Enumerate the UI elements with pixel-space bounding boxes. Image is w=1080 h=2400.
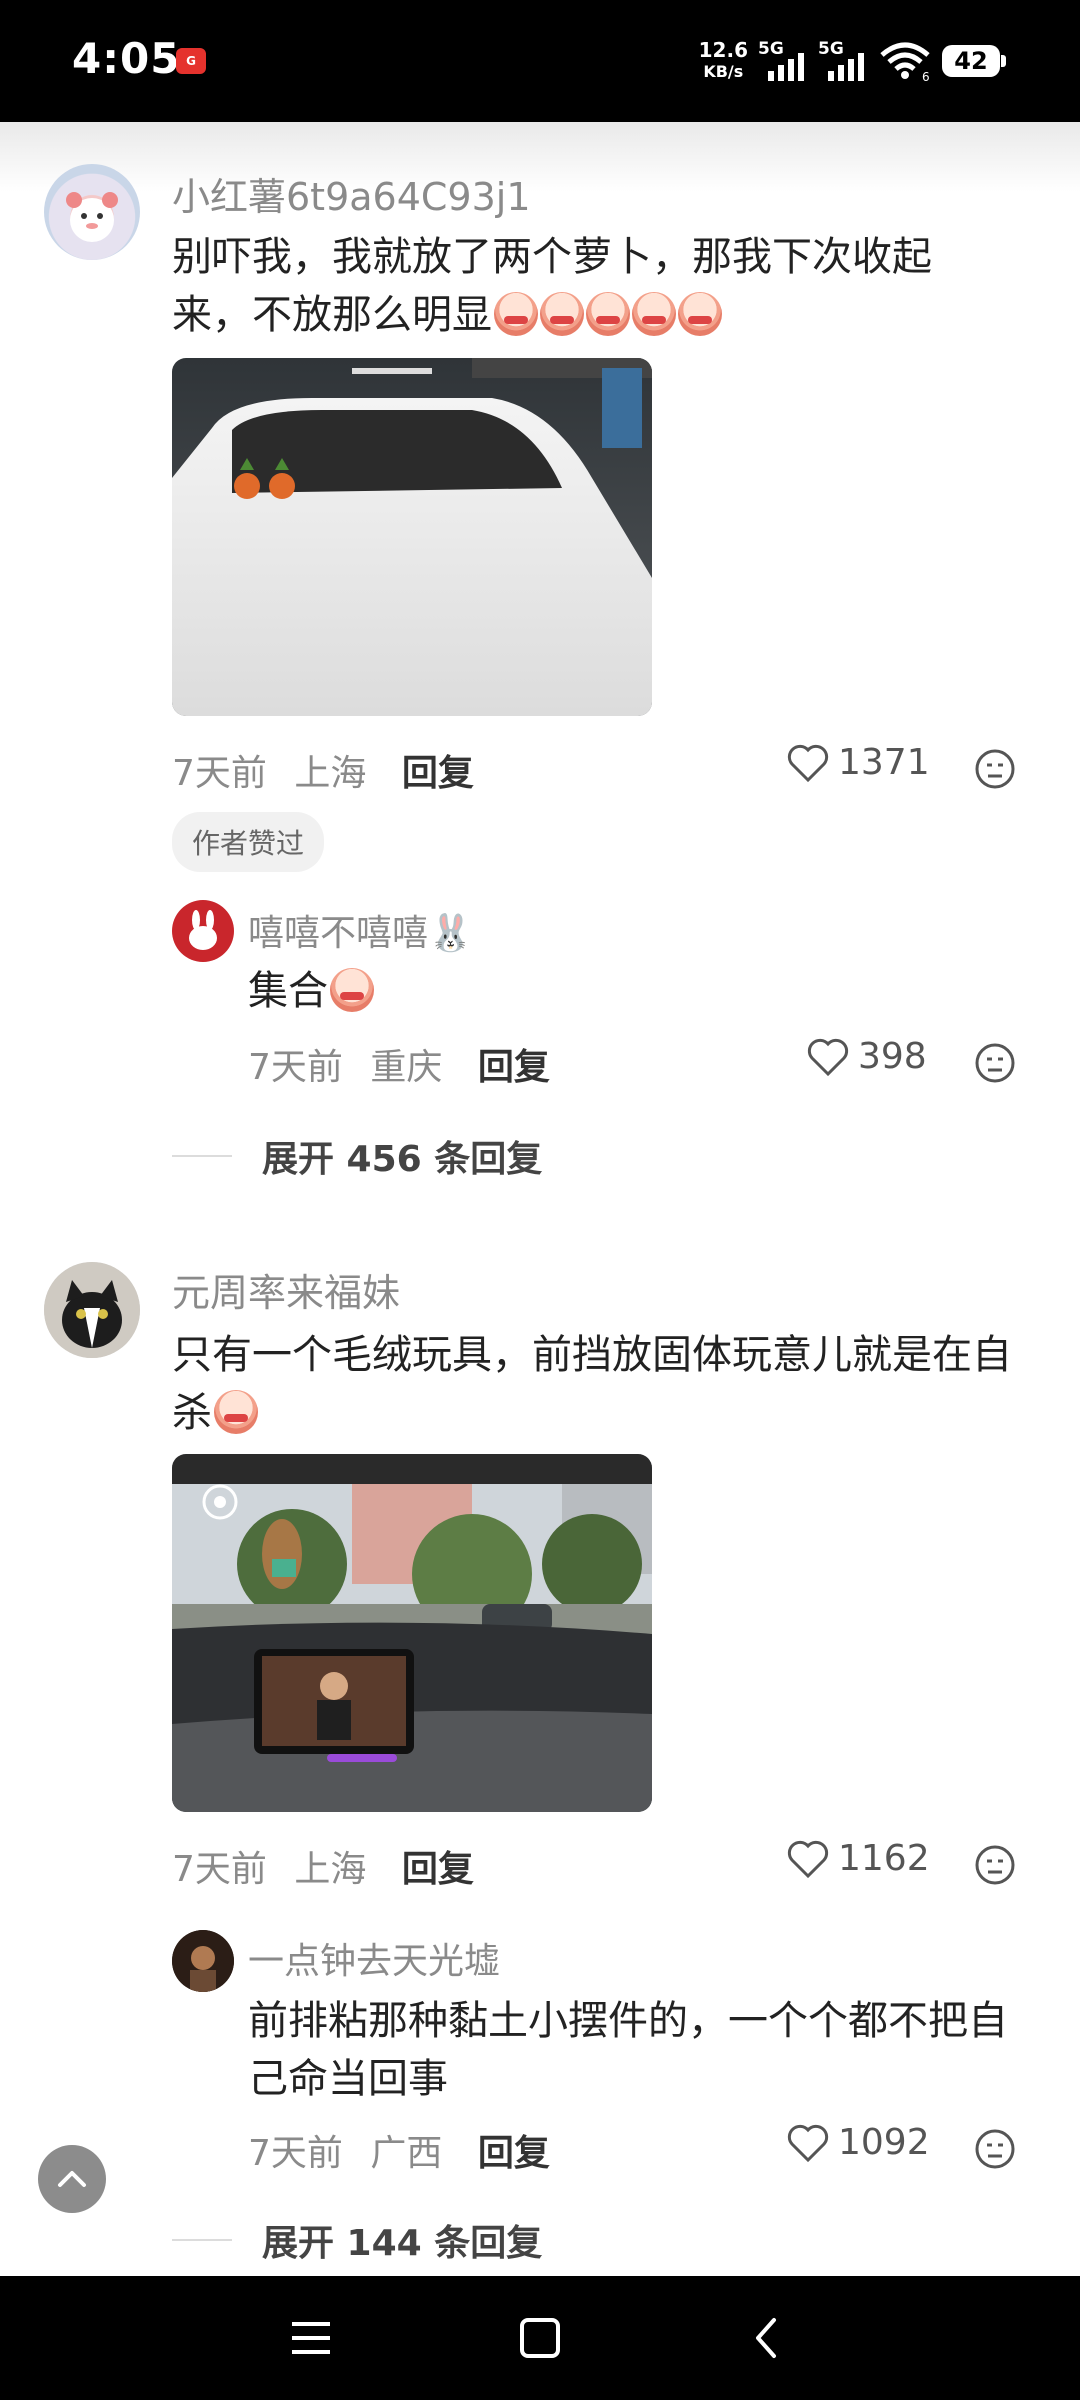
comment-location: 上海 (294, 1849, 367, 1890)
like-count: 398 (858, 1036, 927, 1077)
reply-text-content: 集合 (248, 968, 328, 1014)
like-button[interactable]: 1162 (786, 1838, 930, 1879)
crying-emoji-icon (214, 1390, 258, 1434)
comment-username[interactable]: 元周率来福妹 (172, 1262, 400, 1317)
network-speed-unit: KB/s (703, 62, 744, 81)
neutral-face-icon[interactable] (974, 2128, 1016, 2170)
avatar[interactable] (172, 1930, 234, 1992)
like-button[interactable]: 1371 (786, 742, 930, 783)
crying-emoji-icon (330, 968, 374, 1012)
like-button[interactable]: 398 (806, 1036, 927, 1077)
wifi-icon: 6 (880, 42, 930, 81)
reply-button[interactable]: 回复 (402, 753, 474, 794)
reply-text: 集合 (248, 962, 374, 1020)
reply-time: 7天前 (248, 2133, 343, 2174)
reply-location: 重庆 (370, 1047, 443, 1088)
reply-username[interactable]: 嘻嘻不嘻嘻🐰 (248, 904, 473, 956)
signal-icon: 5G (758, 39, 808, 81)
crying-emoji-icon (678, 292, 722, 336)
reply-meta: 7天前 广西 回复 (248, 2124, 550, 2176)
heart-outline-icon (787, 2124, 829, 2162)
like-count: 1092 (838, 2122, 930, 2163)
like-count: 1162 (838, 1838, 930, 1879)
reply-button[interactable]: 回复 (402, 1849, 474, 1890)
like-count: 1371 (838, 742, 930, 783)
network-speed: 12.6 KB/s (699, 39, 748, 83)
comment-text: 只有一个毛绒玩具，前挡放固体玩意儿就是在自杀 (172, 1326, 1032, 1442)
neutral-face-icon[interactable] (974, 748, 1016, 790)
expand-replies-button[interactable]: 展开 456 条回复 (172, 1130, 542, 1182)
reply-button[interactable]: 回复 (478, 2133, 550, 2174)
avatar[interactable] (44, 164, 140, 260)
neutral-face-icon[interactable] (974, 1844, 1016, 1886)
reply-text: 前排粘那种黏土小摆件的，一个个都不把自己命当回事 (248, 1998, 1008, 2102)
comment-time: 7天前 (172, 753, 267, 794)
home-square-icon[interactable] (510, 2308, 570, 2368)
status-indicators: 12.6 KB/s 5G 5G 6 42 (699, 36, 1006, 86)
battery-icon: 42 (942, 45, 1006, 77)
status-time: 4:05 (72, 34, 181, 83)
reply-button[interactable]: 回复 (478, 1047, 550, 1088)
reply-username[interactable]: 一点钟去天光墟 (248, 1932, 500, 1984)
menu-icon[interactable] (286, 2308, 336, 2368)
back-chevron-icon[interactable] (740, 2308, 790, 2368)
scroll-shadow (0, 122, 1080, 192)
expand-replies-label: 展开 144 条回复 (262, 2223, 543, 2264)
like-button[interactable]: 1092 (786, 2122, 930, 2163)
heart-outline-icon (787, 1840, 829, 1878)
comment-meta: 7天前 上海 回复 (172, 744, 474, 796)
network-speed-value: 12.6 (698, 38, 748, 62)
comment-meta: 7天前 上海 回复 (172, 1840, 474, 1892)
signal-icon: 5G (818, 39, 868, 81)
wifi-label: 6 (922, 70, 930, 81)
status-bar: 4:05 G 12.6 KB/s 5G 5G 6 42 (0, 0, 1080, 122)
reply-meta: 7天前 重庆 回复 (248, 1038, 550, 1090)
comment-image[interactable] (172, 1454, 652, 1812)
comment-text-content: 只有一个毛绒玩具，前挡放固体玩意儿就是在自杀 (172, 1332, 1012, 1436)
comment-text: 别吓我，我就放了两个萝卜，那我下次收起来，不放那么明显 (172, 228, 1002, 344)
avatar[interactable] (44, 1262, 140, 1358)
comment-image[interactable] (172, 358, 652, 716)
divider (172, 2239, 232, 2241)
heart-outline-icon (787, 744, 829, 782)
expand-replies-button[interactable]: 展开 144 条回复 (172, 2214, 542, 2266)
chevron-up-icon (58, 2171, 86, 2187)
comment-time: 7天前 (172, 1849, 267, 1890)
system-nav-bar (0, 2276, 1080, 2400)
author-liked-badge: 作者赞过 (172, 812, 325, 872)
divider (172, 1155, 232, 1157)
expand-replies-label: 展开 456 条回复 (262, 1139, 543, 1180)
heart-outline-icon (807, 1038, 849, 1076)
crying-emoji-icon (632, 292, 676, 336)
notification-app-icon: G (176, 48, 206, 74)
reply-time: 7天前 (248, 1047, 343, 1088)
reply-location: 广西 (370, 2133, 443, 2174)
avatar[interactable] (172, 900, 234, 962)
comment-location: 上海 (294, 753, 367, 794)
crying-emoji-icon (586, 292, 630, 336)
neutral-face-icon[interactable] (974, 1042, 1016, 1084)
scroll-top-button[interactable] (38, 2145, 106, 2213)
crying-emoji-icon (494, 292, 538, 336)
comment-username[interactable]: 小红薯6t9a64C93j1 (172, 166, 531, 221)
crying-emoji-icon (540, 292, 584, 336)
